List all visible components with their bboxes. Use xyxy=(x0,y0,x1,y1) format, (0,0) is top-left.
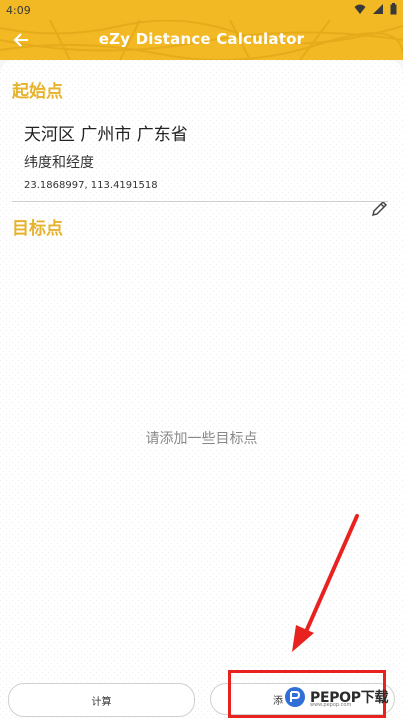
watermark: PEPOP下载 www.pepop.com xyxy=(284,686,388,708)
app-bar: eZy Distance Calculator xyxy=(0,20,403,60)
empty-targets-message: 请添加一些目标点 xyxy=(145,431,258,447)
start-point-section-title: 起始点 xyxy=(12,82,63,102)
calculate-button-label: 计算 xyxy=(91,696,112,708)
main-content: 起始点 天河区 广州市 广东省 纬度和经度 23.1868997, 113.41… xyxy=(0,60,403,720)
start-address: 天河区 广州市 广东省 xyxy=(24,125,188,145)
status-icons xyxy=(354,3,397,15)
watermark-subtext: www.pepop.com xyxy=(310,702,352,708)
calculate-button[interactable]: 计算 xyxy=(8,683,195,717)
watermark-logo-icon xyxy=(285,687,305,707)
status-time: 4:09 xyxy=(6,4,31,17)
coordinates-value: 23.1868997, 113.4191518 xyxy=(24,180,158,191)
target-points-section-title: 目标点 xyxy=(12,219,63,239)
cell-signal-icon xyxy=(373,4,383,14)
wifi-icon xyxy=(354,4,366,14)
start-point-card[interactable]: 天河区 广州市 广东省 纬度和经度 23.1868997, 113.419151… xyxy=(14,112,388,252)
app-title: eZy Distance Calculator xyxy=(98,30,305,48)
coordinates-label: 纬度和经度 xyxy=(24,155,94,171)
divider xyxy=(12,201,388,202)
battery-icon xyxy=(390,3,397,15)
status-bar: 4:09 xyxy=(0,0,403,20)
